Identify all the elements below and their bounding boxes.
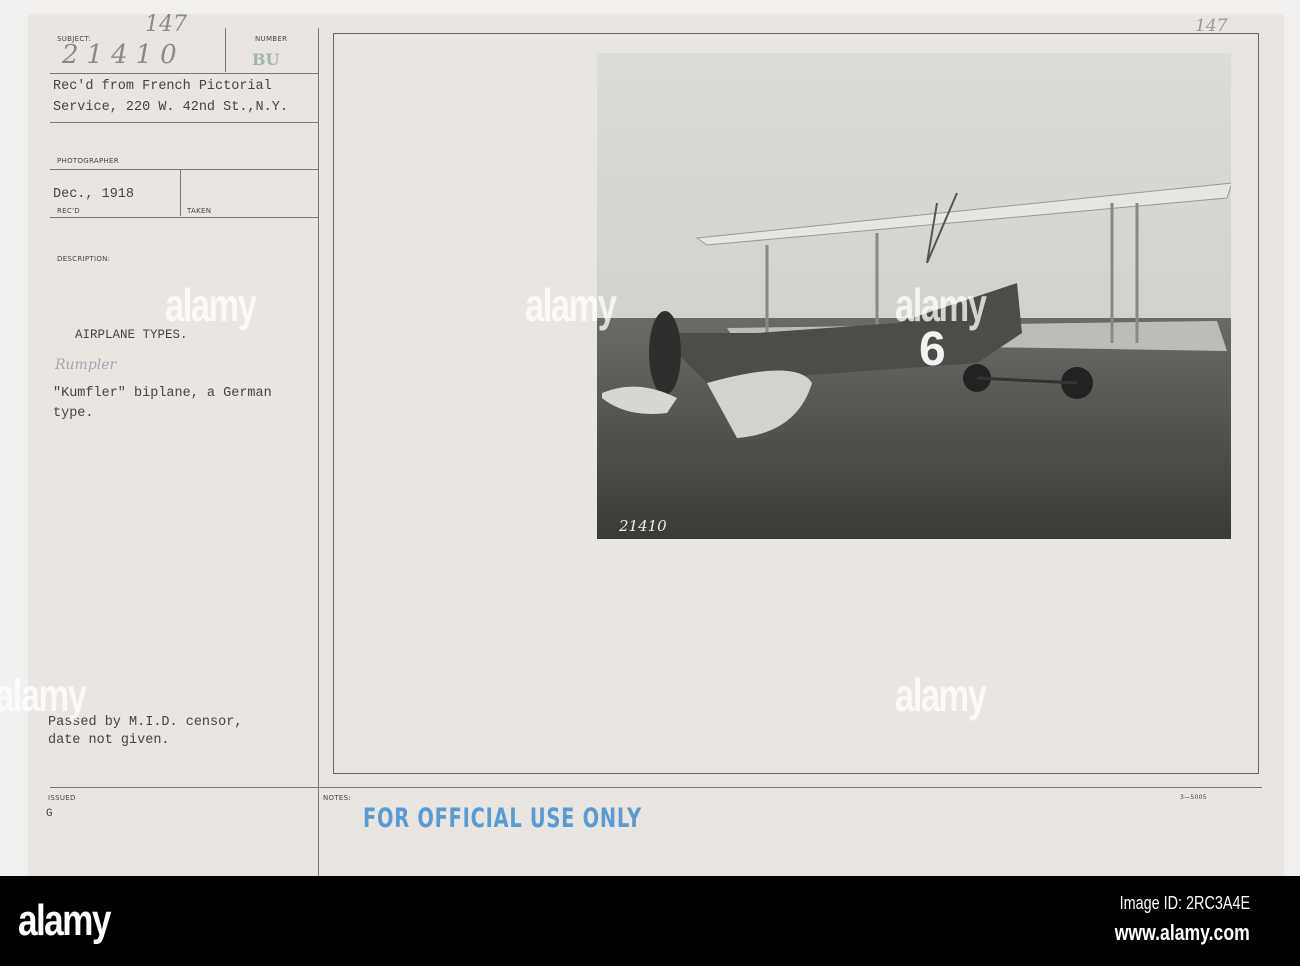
- divider: [50, 217, 318, 218]
- handwritten-correction: Rumpler: [55, 357, 117, 373]
- received-date: Dec., 1918: [53, 187, 135, 202]
- description-text: type.: [53, 406, 94, 421]
- divider: [50, 122, 318, 123]
- number-stamp: BU: [252, 50, 280, 69]
- image-id: Image ID: 2RC3A4E: [1119, 893, 1250, 913]
- divider: [50, 73, 318, 74]
- alamy-website-link[interactable]: www.alamy.com: [1115, 920, 1250, 946]
- description-label: DESCRIPTION:: [57, 255, 111, 263]
- censor-note: date not given.: [48, 733, 170, 748]
- alamy-footer-bar: [0, 876, 1300, 966]
- description-text: "Kumfler" biplane, a German: [53, 386, 272, 401]
- taken-label: TAKEN: [187, 207, 212, 215]
- received-from-line: Service, 220 W. 42nd St.,N.Y.: [53, 100, 288, 115]
- watermark-logo: alamy: [895, 279, 987, 331]
- notes-label: NOTES:: [323, 794, 352, 802]
- watermark-logo: alamy: [525, 279, 617, 331]
- photographer-label: PHOTOGRAPHER: [57, 157, 119, 165]
- watermark-logo: alamy: [895, 669, 987, 721]
- column-divider: [318, 28, 319, 884]
- issued-label: ISSUED: [48, 794, 76, 802]
- watermark-logo: alamy: [0, 669, 87, 721]
- divider: [180, 170, 181, 216]
- issued-value: G: [46, 808, 53, 820]
- recd-label: REC'D: [57, 207, 80, 215]
- official-use-stamp: FOR OFFICIAL USE ONLY: [363, 803, 642, 834]
- divider: [50, 169, 318, 170]
- handwritten-number: 147: [145, 12, 187, 37]
- number-label: NUMBER: [255, 35, 288, 43]
- divider: [225, 28, 226, 72]
- watermark-logo: alamy: [165, 279, 257, 331]
- alamy-logo: alamy: [18, 896, 111, 945]
- negative-number: 21410: [618, 517, 667, 535]
- received-from-line: Rec'd from French Pictorial: [53, 79, 272, 94]
- divider: [50, 787, 1262, 788]
- form-number: 3—5005: [1180, 794, 1207, 801]
- handwritten-subject: 21410: [62, 40, 185, 70]
